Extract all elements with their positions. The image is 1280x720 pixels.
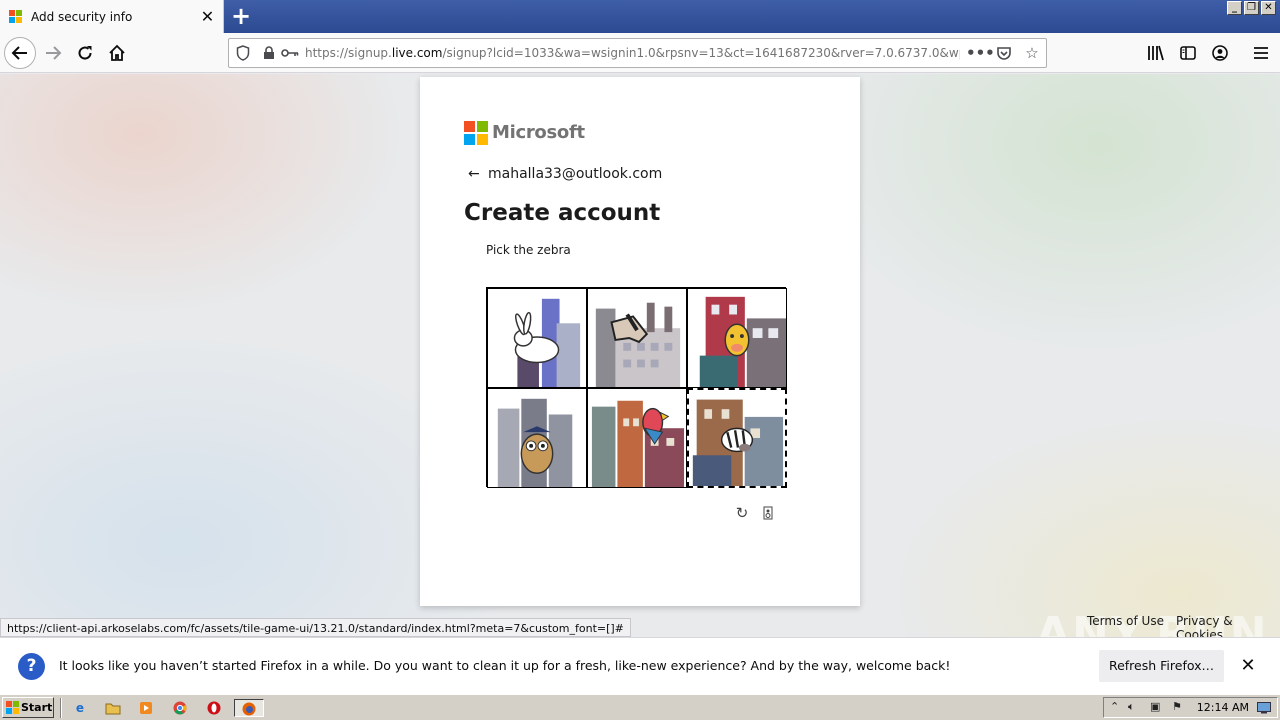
restore-icon[interactable]: ❐ — [1244, 1, 1259, 15]
new-tab-plus-icon[interactable]: + — [229, 4, 253, 28]
system-tray: ⌃ 🔈︎ ▣ ⚑ 12:14 AM — [1103, 697, 1278, 718]
tab-add-security-info[interactable]: Add security info ✕ — [0, 0, 224, 33]
bookmark-star-icon[interactable]: ☆ — [1021, 39, 1043, 67]
tab-title: Add security info — [31, 10, 133, 24]
captcha-tile-zebra[interactable] — [687, 388, 787, 488]
firefox-taskbar-icon[interactable] — [234, 699, 264, 717]
minimize-icon[interactable]: _ — [1227, 1, 1242, 15]
tracking-shield-icon[interactable] — [236, 39, 250, 67]
notification-close-icon[interactable]: ✕ — [1238, 654, 1258, 678]
captcha-tile-rabbit[interactable] — [487, 288, 587, 388]
identity-email: mahalla33@outlook.com — [488, 166, 663, 182]
lock-icon[interactable] — [263, 39, 275, 67]
captcha-tile-owl[interactable] — [487, 388, 587, 488]
page-actions-ellipsis-icon[interactable]: ••• — [966, 39, 995, 67]
page-title: Create account — [464, 200, 661, 226]
window-close-icon[interactable]: ✕ — [1261, 1, 1276, 15]
forward-arrow-icon[interactable] — [37, 37, 69, 69]
taskbar-clock[interactable]: 12:14 AM — [1197, 701, 1249, 714]
action-center-flag-icon[interactable]: ⚑ — [1172, 700, 1182, 713]
notification-text: It looks like you haven’t started Firefo… — [59, 658, 951, 673]
microsoft-favicon-icon — [9, 10, 23, 24]
identity-banner[interactable]: ← mahalla33@outlook.com — [468, 166, 662, 182]
taskbar-separator — [60, 698, 62, 718]
folder-icon[interactable] — [103, 699, 123, 717]
status-bar-url: https://client-api.arkoselabs.com/fc/ass… — [0, 618, 631, 637]
show-desktop-icon[interactable] — [1257, 700, 1271, 717]
library-icon[interactable] — [1141, 37, 1171, 69]
chrome-icon[interactable] — [170, 699, 190, 717]
microsoft-logo-icon — [464, 121, 488, 145]
media-player-icon[interactable] — [136, 699, 156, 717]
captcha-prompt: Pick the zebra — [486, 243, 571, 257]
terms-of-use-link[interactable]: Terms of Use — [1087, 614, 1164, 628]
tab-strip: Add security info ✕ + _ ❐ ✕ — [0, 0, 1280, 33]
captcha-tile-giraffe[interactable] — [687, 288, 787, 388]
captcha-tile-grid — [486, 287, 787, 488]
tab-close-icon[interactable]: ✕ — [199, 7, 216, 26]
hamburger-menu-icon[interactable] — [1246, 37, 1276, 69]
tray-expand-icon[interactable]: ⌃ — [1110, 700, 1119, 713]
back-arrow-icon[interactable] — [4, 37, 36, 69]
captcha-audio-icon[interactable] — [758, 503, 778, 523]
refresh-firefox-button[interactable]: Refresh Firefox… — [1099, 650, 1224, 682]
windows-flag-icon — [6, 701, 19, 714]
signup-card: Microsoft ← mahalla33@outlook.com Create … — [420, 77, 860, 606]
reload-icon[interactable] — [69, 37, 101, 69]
back-arrow-icon[interactable]: ← — [468, 166, 488, 182]
home-icon[interactable] — [101, 37, 133, 69]
url-text[interactable]: https://signup.live.com/signup?lcid=1033… — [305, 39, 960, 67]
windows-taskbar: Start e ⌃ 🔈︎ ▣ ⚑ 12:14 AM — [0, 694, 1280, 720]
captcha-tile-horse[interactable] — [587, 288, 687, 388]
opera-icon[interactable] — [204, 699, 224, 717]
internet-explorer-icon[interactable]: e — [70, 699, 90, 717]
captcha-reload-icon[interactable]: ↻ — [732, 503, 752, 523]
url-bar[interactable]: https://signup.live.com/signup?lcid=1033… — [228, 38, 1047, 68]
network-icon[interactable]: ▣ — [1150, 700, 1160, 713]
start-label: Start — [21, 701, 53, 714]
account-icon[interactable] — [1205, 37, 1235, 69]
start-button[interactable]: Start — [2, 697, 54, 718]
question-mark-icon: ? — [18, 653, 45, 680]
microsoft-wordmark: Microsoft — [492, 122, 585, 143]
volume-icon[interactable]: 🔈︎ — [1128, 700, 1135, 714]
pocket-icon[interactable] — [993, 39, 1015, 67]
page-content: Microsoft ← mahalla33@outlook.com Create … — [0, 74, 1280, 659]
captcha-tile-parrot[interactable] — [587, 388, 687, 488]
sidebar-toggle-icon[interactable] — [1173, 37, 1203, 69]
window-controls: _ ❐ ✕ — [1227, 1, 1276, 15]
key-permission-icon[interactable] — [281, 39, 299, 67]
navigation-toolbar: https://signup.live.com/signup?lcid=1033… — [0, 33, 1280, 73]
refresh-firefox-notification: ? It looks like you haven’t started Fire… — [0, 637, 1280, 694]
